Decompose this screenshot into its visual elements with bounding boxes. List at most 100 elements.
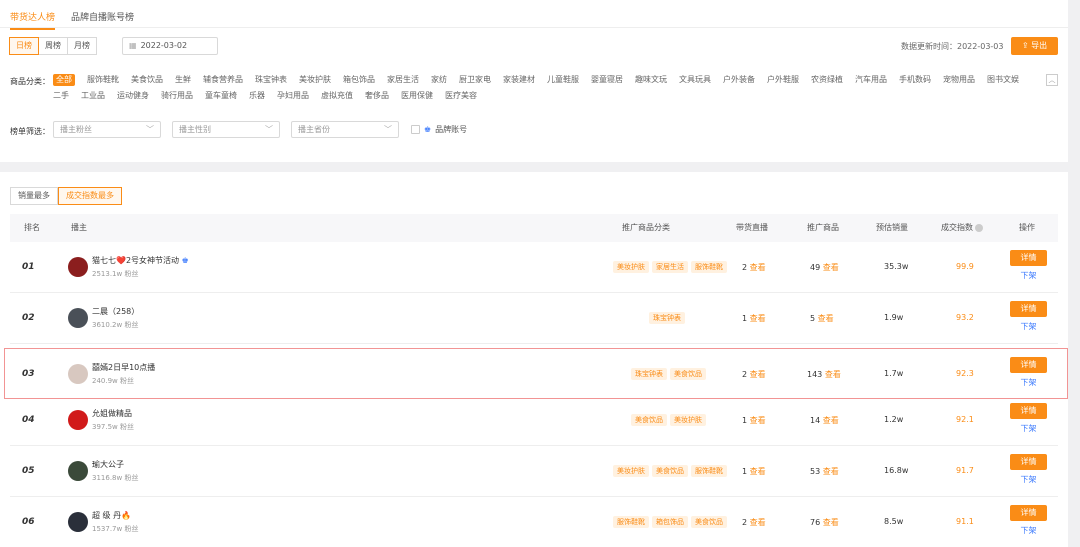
offshelf-link[interactable]: 下架 — [1010, 474, 1047, 485]
category-item[interactable]: 奢侈品 — [365, 90, 389, 102]
category-item[interactable]: 童车童椅 — [205, 90, 237, 102]
category-item[interactable]: 二手 — [53, 90, 69, 102]
detail-button[interactable]: 详情 — [1010, 357, 1047, 373]
category-item[interactable]: 虚拟充值 — [321, 90, 353, 102]
category-item[interactable]: 箱包饰品 — [343, 74, 375, 86]
daily-button[interactable]: 日榜 — [9, 37, 39, 55]
category-item[interactable]: 户外鞋服 — [767, 74, 799, 86]
view-live-link[interactable]: 查看 — [750, 518, 766, 527]
category-item[interactable]: 孕妇用品 — [277, 90, 309, 102]
category-item[interactable]: 医用保健 — [401, 90, 433, 102]
category-item[interactable]: 宠物用品 — [943, 74, 975, 86]
view-products-link[interactable]: 查看 — [823, 518, 839, 527]
offshelf-link[interactable]: 下架 — [1010, 377, 1047, 388]
table-row[interactable]: 04 允姐做精品 397.5w 粉丝 美食饮品 美妆护肤 1 查看 14 查看 1… — [10, 395, 1058, 446]
avatar[interactable] — [68, 364, 88, 384]
category-item[interactable]: 工业品 — [81, 90, 105, 102]
category-item[interactable]: 运动健身 — [117, 90, 149, 102]
table-row[interactable]: 02 二晨（258） 3610.2w 粉丝 珠宝钟表 1 查看 5 查看 1.9… — [10, 293, 1058, 344]
view-live-link[interactable]: 查看 — [750, 416, 766, 425]
category-item[interactable]: 珠宝钟表 — [255, 74, 287, 86]
avatar[interactable] — [68, 410, 88, 430]
info-icon[interactable] — [975, 223, 983, 232]
view-products-link[interactable]: 查看 — [825, 370, 841, 379]
category-item[interactable]: 乐器 — [249, 90, 265, 102]
view-products-link[interactable]: 查看 — [823, 416, 839, 425]
rank-number: 02 — [22, 313, 35, 323]
category-item[interactable]: 文具玩具 — [679, 74, 711, 86]
category-item[interactable]: 家装建材 — [503, 74, 535, 86]
sort-by-sales-button[interactable]: 销量最多 — [10, 187, 58, 205]
province-select[interactable]: 播主省份 ﹀ — [291, 121, 399, 138]
avatar[interactable] — [68, 461, 88, 481]
category-item[interactable]: 辅食营养品 — [203, 74, 243, 86]
category-item[interactable]: 美食饮品 — [131, 74, 163, 86]
table-row[interactable]: 03 囍嫣2日早10点播 240.9w 粉丝 珠宝钟表 美食饮品 2 查看 143… — [4, 348, 1068, 399]
detail-button[interactable]: 详情 — [1010, 403, 1047, 419]
host-name[interactable]: 超 级 丹🔥 — [92, 510, 131, 521]
category-item[interactable]: 户外装备 — [723, 74, 755, 86]
offshelf-link[interactable]: 下架 — [1010, 423, 1047, 434]
category-item[interactable]: 服饰鞋靴 — [87, 74, 119, 86]
category-item[interactable]: 婴童寝居 — [591, 74, 623, 86]
category-item[interactable]: 生鲜 — [175, 74, 191, 86]
view-live-link[interactable]: 查看 — [750, 263, 766, 272]
fans-select[interactable]: 播主粉丝 ﹀ — [53, 121, 161, 138]
checkbox[interactable] — [411, 125, 420, 134]
category-tag: 家居生活 — [652, 261, 688, 273]
category-item[interactable]: 趣味文玩 — [635, 74, 667, 86]
date-picker[interactable]: ▦ 2022-03-02 — [122, 37, 218, 55]
view-products-link[interactable]: 查看 — [823, 467, 839, 476]
avatar[interactable] — [68, 257, 88, 277]
category-item[interactable]: 骑行用品 — [161, 90, 193, 102]
view-live-link[interactable]: 查看 — [750, 467, 766, 476]
category-tag: 美食饮品 — [631, 414, 667, 426]
table-row[interactable]: 05 瑜大公子 3116.8w 粉丝 美妆护肤 美食饮品 服饰鞋靴 1 查看 53 … — [10, 446, 1058, 497]
category-item[interactable]: 医疗美容 — [445, 90, 477, 102]
offshelf-link[interactable]: 下架 — [1010, 270, 1047, 281]
category-item[interactable]: 美妆护肤 — [299, 74, 331, 86]
table-row[interactable]: 01 猫七七❤️2号女神节活动 ♚ 2513.1w 粉丝 美妆护肤 家居生活 服饰鞋… — [10, 242, 1058, 293]
offshelf-link[interactable]: 下架 — [1010, 321, 1047, 332]
avatar[interactable] — [68, 308, 88, 328]
view-live-link[interactable]: 查看 — [750, 314, 766, 323]
category-item[interactable]: 图书文娱 — [987, 74, 1019, 86]
chevron-down-icon: ﹀ — [265, 125, 273, 134]
view-live-link[interactable]: 查看 — [750, 370, 766, 379]
category-item[interactable]: 全部 — [53, 74, 75, 86]
detail-button[interactable]: 详情 — [1010, 454, 1047, 470]
host-name[interactable]: 囍嫣2日早10点播 — [92, 362, 155, 373]
sort-by-index-button[interactable]: 成交指数最多 — [58, 187, 122, 205]
view-products-link[interactable]: 查看 — [818, 314, 834, 323]
category-item[interactable]: 厨卫家电 — [459, 74, 491, 86]
brand-account-checkbox[interactable]: ♚ 品牌账号 — [411, 124, 467, 135]
category-tag: 箱包饰品 — [652, 516, 688, 528]
detail-button[interactable]: 详情 — [1010, 301, 1047, 317]
verified-badge-icon: ♚ — [181, 256, 189, 265]
category-item[interactable]: 手机数码 — [899, 74, 931, 86]
table-row[interactable]: 06 超 级 丹🔥 1537.7w 粉丝 服饰鞋靴 箱包饰品 美食饮品 2 查看 7… — [10, 497, 1058, 547]
category-item[interactable]: 儿童鞋服 — [547, 74, 579, 86]
host-name[interactable]: 猫七七❤️2号女神节活动 ♚ — [92, 255, 189, 266]
deal-index: 92.1 — [956, 415, 974, 424]
host-name[interactable]: 二晨（258） — [92, 306, 139, 317]
category-item[interactable]: 汽车用品 — [855, 74, 887, 86]
category-tag: 珠宝钟表 — [649, 312, 685, 324]
header-index: 成交指数 — [941, 214, 983, 242]
category-item[interactable]: 家居生活 — [387, 74, 419, 86]
weekly-button[interactable]: 周榜 — [38, 37, 68, 55]
export-button[interactable]: ⇪ 导出 — [1011, 37, 1058, 55]
chevron-up-icon[interactable]: ︿ — [1046, 74, 1058, 86]
detail-button[interactable]: 详情 — [1010, 505, 1047, 521]
offshelf-link[interactable]: 下架 — [1010, 525, 1047, 536]
category-item[interactable]: 农资绿植 — [811, 74, 843, 86]
view-products-link[interactable]: 查看 — [823, 263, 839, 272]
category-tags: 珠宝钟表 美食饮品 — [631, 368, 706, 380]
host-name[interactable]: 瑜大公子 — [92, 459, 124, 470]
host-name[interactable]: 允姐做精品 — [92, 408, 132, 419]
gender-select[interactable]: 播主性别 ﹀ — [172, 121, 280, 138]
avatar[interactable] — [68, 512, 88, 532]
monthly-button[interactable]: 月榜 — [67, 37, 97, 55]
category-item[interactable]: 家纺 — [431, 74, 447, 86]
detail-button[interactable]: 详情 — [1010, 250, 1047, 266]
